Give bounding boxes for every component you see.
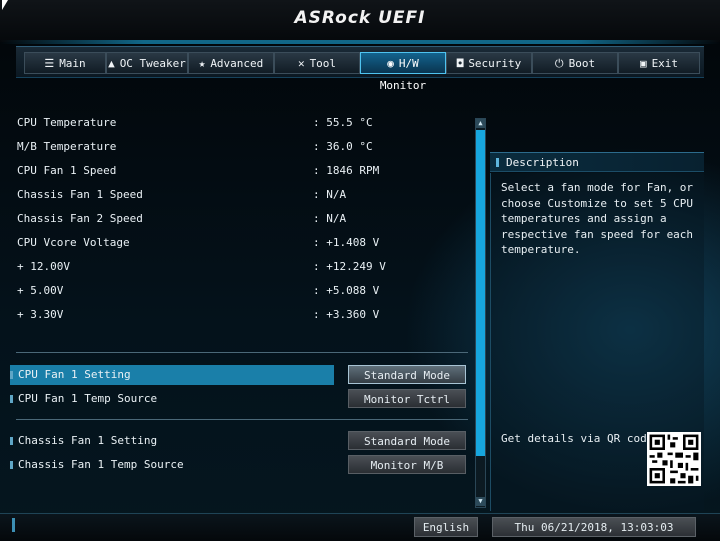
row-marker <box>10 461 13 469</box>
tab-label: OC Tweaker <box>119 57 186 70</box>
reading-label: + 5.00V <box>17 284 64 297</box>
tab-security[interactable]: ◘ Security <box>446 52 532 74</box>
scrollbar-thumb[interactable] <box>476 130 485 456</box>
tab-label: Boot <box>568 57 596 70</box>
tools-icon: ✕ <box>297 57 305 70</box>
power-icon: ⏻ <box>554 57 564 70</box>
chassis-fan-1-temp-source-select[interactable]: Monitor M/B <box>348 455 466 474</box>
shield-icon: ◘ <box>456 57 464 70</box>
header-marker <box>496 158 499 167</box>
cpu-fan-1-mode-select[interactable]: Standard Mode <box>348 365 466 384</box>
reading-label: CPU Temperature <box>17 116 117 129</box>
setting-chassis-fan-1[interactable]: Chassis Fan 1 Setting <box>10 431 334 451</box>
nav-glow <box>0 40 720 44</box>
setting-label: Chassis Fan 1 Setting <box>18 434 158 447</box>
reading-label: + 3.30V <box>17 308 64 321</box>
reading-value: : +5.088 V <box>313 284 380 297</box>
cpu-fan-1-temp-source-select[interactable]: Monitor Tctrl <box>348 389 466 408</box>
section-divider <box>16 352 468 353</box>
setting-label: CPU Fan 1 Temp Source <box>18 392 158 405</box>
reading-value: : 36.0 °C <box>313 140 373 153</box>
description-title: Description <box>506 156 579 169</box>
brand-logo: ASRock UEFI <box>294 8 426 28</box>
star-icon: ★ <box>198 57 206 70</box>
tab-oc-tweaker[interactable]: ▲ OC Tweaker <box>106 52 188 74</box>
reading-label: Chassis Fan 2 Speed <box>17 212 143 225</box>
reading-value: : N/A <box>313 212 347 225</box>
reading-value: : +3.360 V <box>313 308 380 321</box>
setting-cpu-fan-1-temp-source[interactable]: CPU Fan 1 Temp Source <box>10 389 334 409</box>
reading-value: : N/A <box>313 188 347 201</box>
qr-code-icon <box>647 432 701 486</box>
monitor-icon: ◉ <box>387 57 394 70</box>
reading-label: CPU Vcore Voltage <box>17 236 130 249</box>
row-marker <box>10 395 13 403</box>
reading-value: : 1846 RPM <box>313 164 380 177</box>
qr-label: Get details via QR code <box>501 432 654 445</box>
tab-tool[interactable]: ✕ Tool <box>274 52 360 74</box>
tab-exit[interactable]: ▣ Exit <box>618 52 700 74</box>
reading-value: : 55.5 °C <box>313 116 373 129</box>
date-time-display: Thu 06/21/2018, 13:03:03 <box>492 517 696 537</box>
tab-main[interactable]: ☰ Main <box>24 52 106 74</box>
chassis-fan-1-mode-select[interactable]: Standard Mode <box>348 431 466 450</box>
setting-chassis-fan-1-temp-source[interactable]: Chassis Fan 1 Temp Source <box>10 455 334 475</box>
setting-cpu-fan-1[interactable]: CPU Fan 1 Setting <box>10 365 334 385</box>
tab-hw-monitor[interactable]: ◉ H/W Monitor <box>360 52 446 92</box>
setting-label: Chassis Fan 1 Temp Source <box>18 458 184 471</box>
scroll-up-arrow-icon[interactable]: ▲ <box>476 119 485 128</box>
language-button[interactable]: English <box>414 517 478 537</box>
section-divider <box>16 419 468 420</box>
setting-label: CPU Fan 1 Setting <box>18 368 131 381</box>
row-marker <box>10 371 13 379</box>
tab-label: Security <box>468 57 522 70</box>
reading-label: Chassis Fan 1 Speed <box>17 188 143 201</box>
scroll-down-arrow-icon[interactable]: ▼ <box>476 497 485 506</box>
description-text: Select a fan mode for Fan, or choose Cus… <box>501 181 694 256</box>
footer-marker <box>12 518 15 532</box>
row-marker <box>10 437 13 445</box>
reading-label: M/B Temperature <box>17 140 117 153</box>
tab-advanced[interactable]: ★ Advanced <box>188 52 274 74</box>
rocket-icon: ▲ <box>108 57 115 70</box>
reading-label: + 12.00V <box>17 260 70 273</box>
reading-label: CPU Fan 1 Speed <box>17 164 117 177</box>
list-icon: ☰ <box>44 57 55 70</box>
tab-label: Exit <box>651 57 679 70</box>
tab-boot[interactable]: ⏻ Boot <box>532 52 618 74</box>
tab-label: Main <box>59 57 86 70</box>
description-header: Description <box>490 152 704 172</box>
tab-label: Advanced <box>210 57 264 70</box>
reading-value: : +12.249 V <box>313 260 386 273</box>
exit-icon: ▣ <box>639 57 647 70</box>
tab-label: Tool <box>309 57 337 70</box>
reading-value: : +1.408 V <box>313 236 380 249</box>
